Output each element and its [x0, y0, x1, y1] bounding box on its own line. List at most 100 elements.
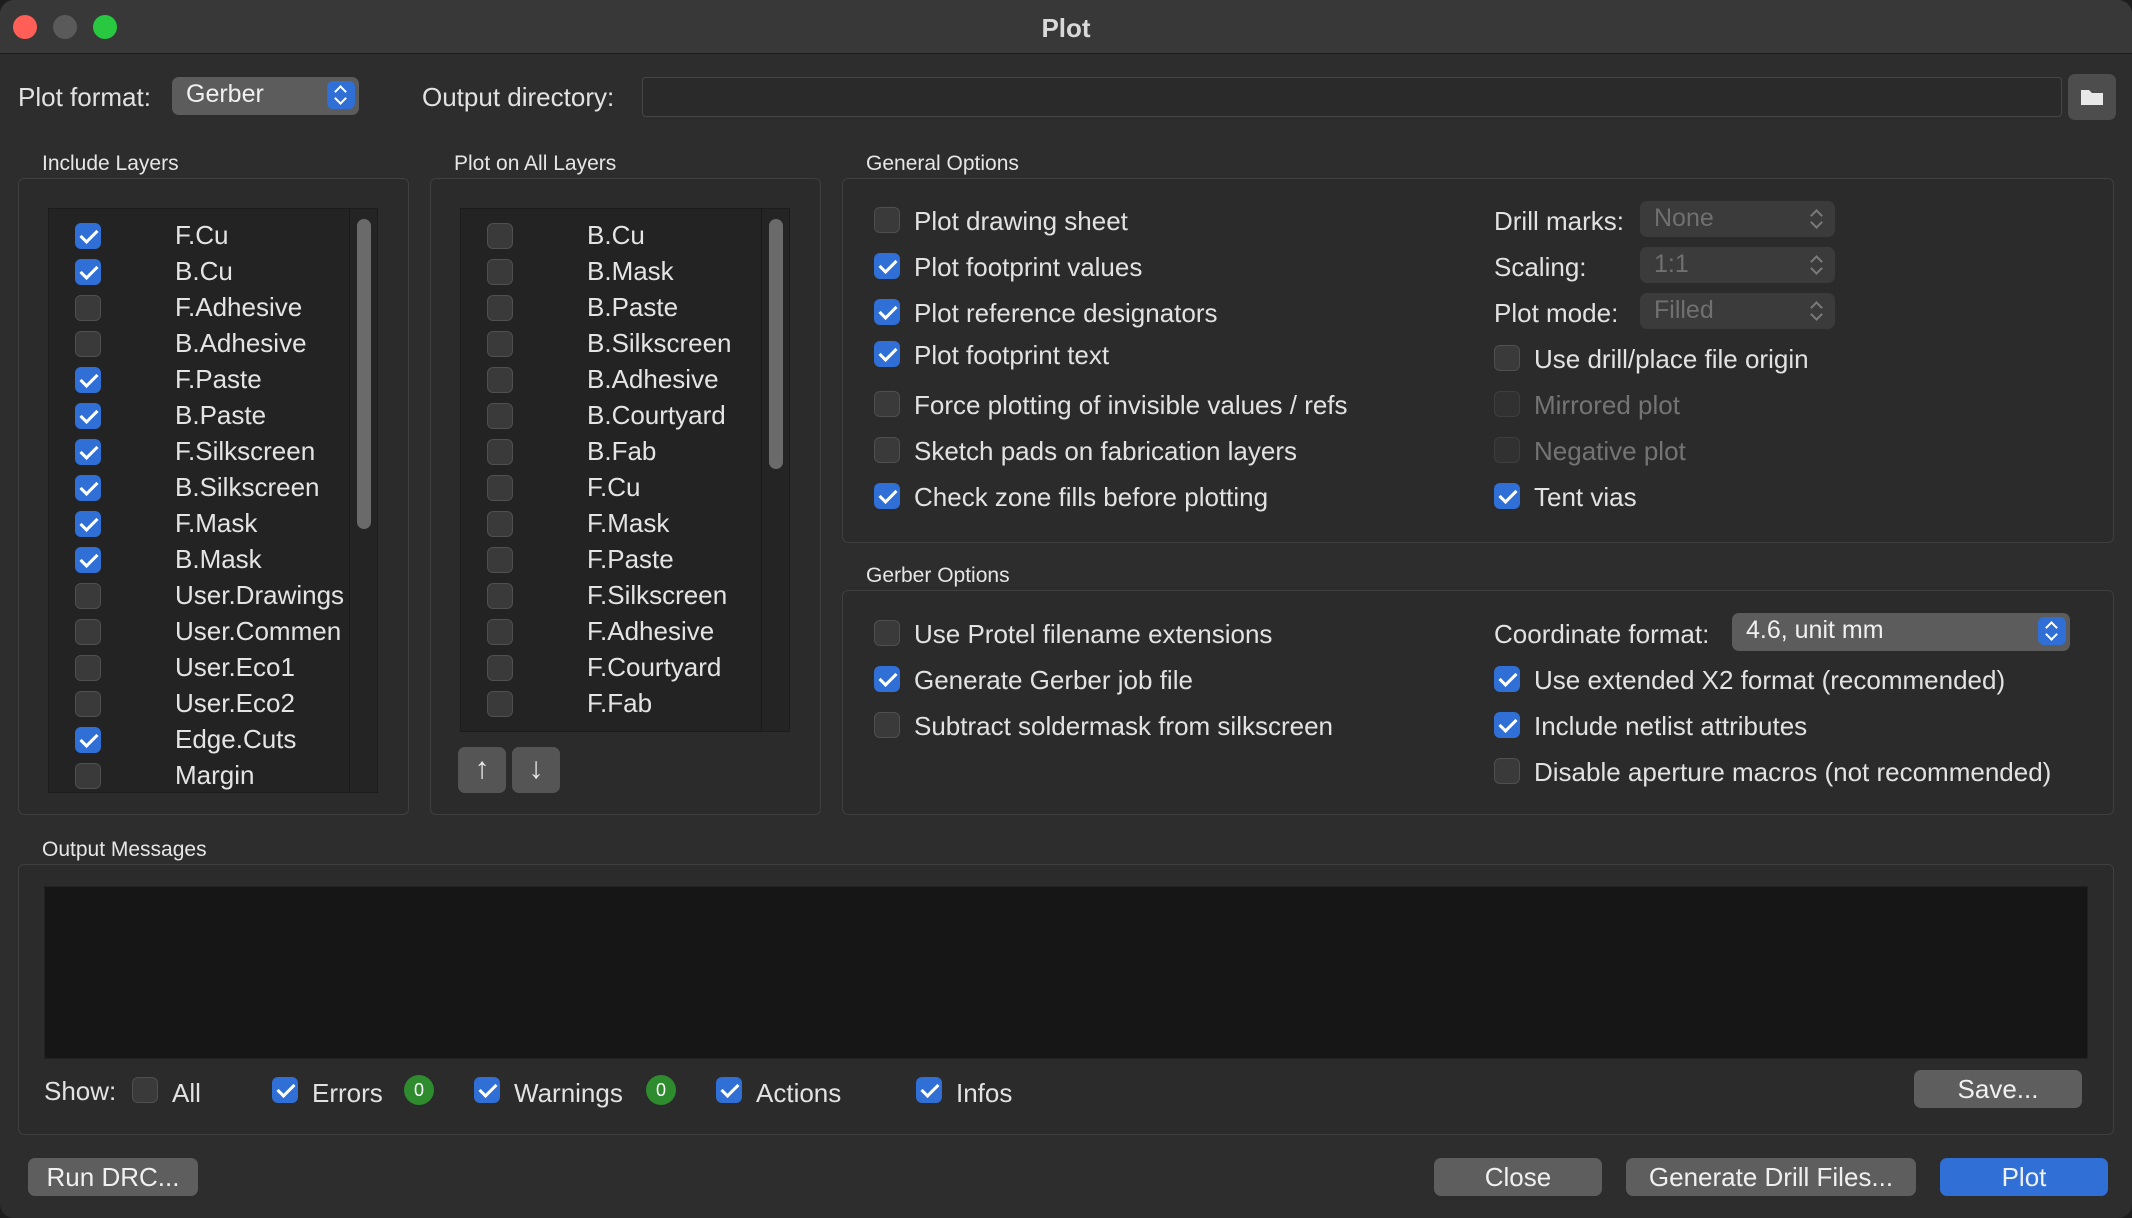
list-item[interactable]: B.Cu: [49, 254, 377, 290]
extended-x2-checkbox[interactable]: [1494, 666, 1520, 692]
layer-checkbox[interactable]: [487, 655, 513, 681]
layer-checkbox[interactable]: [75, 259, 101, 285]
list-item[interactable]: F.Fab: [461, 686, 789, 722]
layer-checkbox[interactable]: [75, 223, 101, 249]
list-item[interactable]: F.Cu: [461, 470, 789, 506]
check-zone-fills-checkbox[interactable]: [874, 483, 900, 509]
tent-vias-checkbox[interactable]: [1494, 483, 1520, 509]
layer-checkbox[interactable]: [75, 619, 101, 645]
layer-checkbox[interactable]: [75, 727, 101, 753]
list-item[interactable]: B.Fab: [461, 434, 789, 470]
list-item[interactable]: F.Silkscreen: [461, 578, 789, 614]
layer-checkbox[interactable]: [487, 331, 513, 357]
list-item[interactable]: B.Paste: [461, 290, 789, 326]
layer-checkbox[interactable]: [487, 511, 513, 537]
disable-aperture-macros-checkbox[interactable]: [1494, 758, 1520, 784]
plot-format-select[interactable]: Gerber: [172, 77, 359, 115]
list-item[interactable]: F.Paste: [461, 542, 789, 578]
plot-drawing-sheet-checkbox[interactable]: [874, 207, 900, 233]
show-errors-checkbox[interactable]: [272, 1077, 298, 1103]
list-item[interactable]: B.Mask: [461, 254, 789, 290]
generate-drill-files-button[interactable]: Generate Drill Files...: [1626, 1158, 1916, 1196]
browse-folder-button[interactable]: [2068, 74, 2116, 120]
layer-checkbox[interactable]: [75, 583, 101, 609]
list-item[interactable]: B.Silkscreen: [461, 326, 789, 362]
layer-checkbox[interactable]: [487, 583, 513, 609]
list-item[interactable]: F.Adhesive: [461, 614, 789, 650]
layer-checkbox[interactable]: [75, 511, 101, 537]
plot-mode-select[interactable]: Filled: [1640, 293, 1835, 329]
list-item[interactable]: B.Mask: [49, 542, 377, 578]
list-item[interactable]: B.Adhesive: [461, 362, 789, 398]
layer-checkbox[interactable]: [75, 547, 101, 573]
plot-footprint-values-checkbox[interactable]: [874, 253, 900, 279]
layer-checkbox[interactable]: [75, 763, 101, 789]
list-item[interactable]: B.Courtyard: [461, 398, 789, 434]
use-drill-origin-checkbox[interactable]: [1494, 345, 1520, 371]
list-item[interactable]: F.Mask: [461, 506, 789, 542]
list-item[interactable]: B.Adhesive: [49, 326, 377, 362]
include-layers-list[interactable]: F.Cu B.Cu F.Adhesive B.Adhesive F.Paste …: [48, 208, 378, 793]
plot-all-layers-scrollbar[interactable]: [769, 219, 783, 469]
layer-checkbox[interactable]: [487, 439, 513, 465]
list-item[interactable]: F.Silkscreen: [49, 434, 377, 470]
show-label: Show:: [44, 1076, 117, 1106]
output-messages-area[interactable]: [44, 886, 2088, 1059]
list-item[interactable]: F.Mask: [49, 506, 377, 542]
list-item[interactable]: B.Paste: [49, 398, 377, 434]
show-all-checkbox[interactable]: [132, 1077, 158, 1103]
layer-checkbox[interactable]: [487, 295, 513, 321]
plot-all-layers-list[interactable]: B.Cu B.Mask B.Paste B.Silkscreen B.Adhes…: [460, 208, 790, 732]
show-infos-checkbox[interactable]: [916, 1077, 942, 1103]
output-directory-input[interactable]: [642, 77, 2062, 117]
save-messages-button[interactable]: Save...: [1914, 1070, 2082, 1108]
close-button[interactable]: Close: [1434, 1158, 1602, 1196]
list-item[interactable]: User.Eco1: [49, 650, 377, 686]
layer-checkbox[interactable]: [75, 331, 101, 357]
layer-checkbox[interactable]: [487, 223, 513, 249]
list-item[interactable]: Margin: [49, 758, 377, 792]
layer-checkbox[interactable]: [487, 367, 513, 393]
layer-checkbox[interactable]: [75, 655, 101, 681]
sketch-pads-checkbox[interactable]: [874, 437, 900, 463]
layer-checkbox[interactable]: [75, 295, 101, 321]
move-up-button[interactable]: ↑: [458, 747, 506, 793]
run-drc-button[interactable]: Run DRC...: [28, 1158, 198, 1196]
force-plotting-checkbox[interactable]: [874, 391, 900, 417]
list-item[interactable]: User.Commen: [49, 614, 377, 650]
list-item[interactable]: User.Drawings: [49, 578, 377, 614]
layer-checkbox[interactable]: [75, 367, 101, 393]
plot-reference-designators-checkbox[interactable]: [874, 299, 900, 325]
list-item[interactable]: F.Paste: [49, 362, 377, 398]
netlist-attributes-checkbox[interactable]: [1494, 712, 1520, 738]
show-warnings-checkbox[interactable]: [474, 1077, 500, 1103]
layer-checkbox[interactable]: [487, 403, 513, 429]
gerber-job-file-checkbox[interactable]: [874, 666, 900, 692]
layer-checkbox[interactable]: [75, 403, 101, 429]
list-item[interactable]: F.Cu: [49, 218, 377, 254]
plot-footprint-text-checkbox[interactable]: [874, 341, 900, 367]
scaling-select[interactable]: 1:1: [1640, 247, 1835, 283]
move-down-button[interactable]: ↓: [512, 747, 560, 793]
layer-checkbox[interactable]: [75, 475, 101, 501]
list-item[interactable]: F.Courtyard: [461, 650, 789, 686]
list-item[interactable]: User.Eco2: [49, 686, 377, 722]
plot-button[interactable]: Plot: [1940, 1158, 2108, 1196]
list-item[interactable]: Edge.Cuts: [49, 722, 377, 758]
list-item[interactable]: B.Cu: [461, 218, 789, 254]
layer-checkbox[interactable]: [487, 259, 513, 285]
drill-marks-select[interactable]: None: [1640, 201, 1835, 237]
layer-checkbox[interactable]: [487, 619, 513, 645]
layer-checkbox[interactable]: [75, 691, 101, 717]
layer-checkbox[interactable]: [487, 547, 513, 573]
protel-extensions-checkbox[interactable]: [874, 620, 900, 646]
layer-checkbox[interactable]: [75, 439, 101, 465]
include-layers-scrollbar[interactable]: [357, 219, 371, 529]
layer-checkbox[interactable]: [487, 691, 513, 717]
subtract-soldermask-checkbox[interactable]: [874, 712, 900, 738]
layer-checkbox[interactable]: [487, 475, 513, 501]
list-item[interactable]: B.Silkscreen: [49, 470, 377, 506]
show-actions-checkbox[interactable]: [716, 1077, 742, 1103]
coordinate-format-select[interactable]: 4.6, unit mm: [1732, 613, 2070, 651]
list-item[interactable]: F.Adhesive: [49, 290, 377, 326]
